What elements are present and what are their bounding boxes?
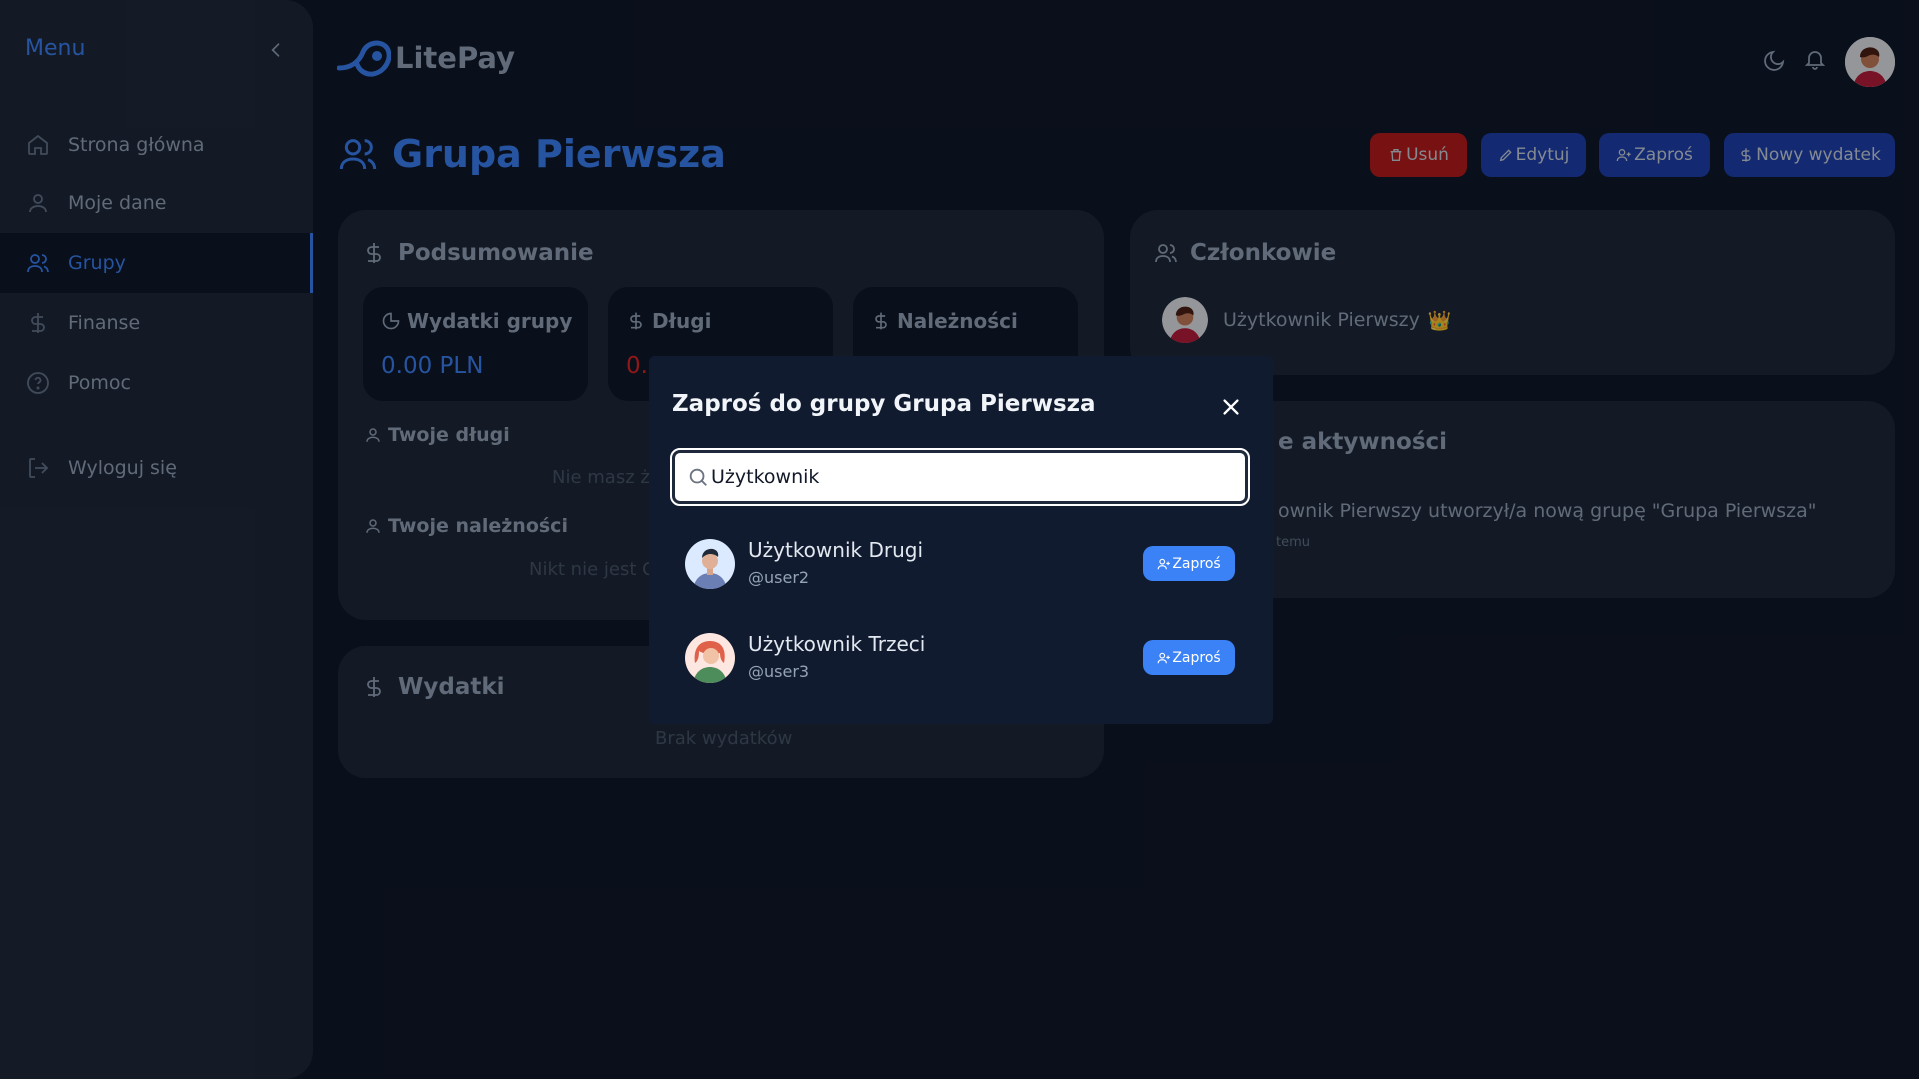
user-handle: @user2 [748,568,810,587]
invite-user-button[interactable]: Zaproś [1143,546,1235,581]
user-result-row: Użytkownik Trzeci @user3 Zaproś [685,628,1245,688]
modal-title: Zaproś do grupy Grupa Pierwsza [672,391,1096,417]
user-plus-icon [1157,652,1171,663]
user-name: Użytkownik Drugi [748,538,923,562]
close-icon[interactable] [1220,396,1242,418]
invite-user-button[interactable]: Zaproś [1143,640,1235,675]
search-input[interactable] [711,466,1231,488]
search-box[interactable] [670,448,1250,506]
avatar-image [685,633,735,683]
avatar [685,633,735,683]
invite-user-button-label: Zaproś [1172,555,1221,572]
invite-modal: Zaproś do grupy Grupa Pierwsza Użytkowni… [649,356,1273,724]
avatar [685,539,735,589]
search-icon [689,468,707,486]
user-name: Użytkownik Trzeci [748,632,926,656]
user-result-row: Użytkownik Drugi @user2 Zaproś [685,534,1245,594]
user-handle: @user3 [748,662,810,681]
avatar-image [685,539,735,589]
invite-user-button-label: Zaproś [1172,649,1221,666]
user-plus-icon [1157,558,1171,569]
